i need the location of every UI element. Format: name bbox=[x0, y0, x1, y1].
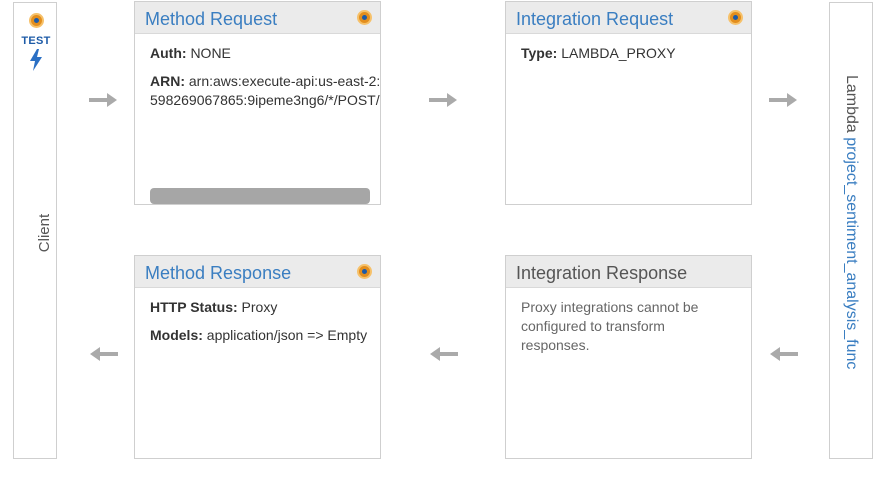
method-request-title[interactable]: Method Request bbox=[145, 9, 277, 29]
arrow-left-icon bbox=[430, 347, 458, 361]
orange-dot-icon bbox=[357, 264, 372, 279]
integration-request-body: Type: LAMBDA_PROXY bbox=[506, 34, 751, 63]
method-response-panel: Method Response HTTP Status: Proxy Model… bbox=[134, 255, 381, 459]
integration-response-title: Integration Response bbox=[516, 263, 688, 283]
arrow-right-icon bbox=[429, 93, 457, 107]
http-status-value: Proxy bbox=[241, 299, 278, 315]
lightning-bolt-icon[interactable] bbox=[29, 49, 43, 71]
test-label[interactable]: TEST bbox=[14, 35, 58, 47]
client-column: TEST Client bbox=[13, 2, 57, 459]
test-button[interactable]: TEST bbox=[14, 13, 58, 71]
integration-request-panel: Integration Request Type: LAMBDA_PROXY bbox=[505, 1, 752, 205]
http-status-row: HTTP Status: Proxy bbox=[150, 298, 365, 317]
method-response-title[interactable]: Method Response bbox=[145, 263, 291, 283]
models-key: Models: bbox=[150, 327, 203, 343]
auth-value: NONE bbox=[190, 45, 231, 61]
type-row: Type: LAMBDA_PROXY bbox=[521, 44, 736, 63]
arrow-left-icon bbox=[770, 347, 798, 361]
integration-request-title[interactable]: Integration Request bbox=[516, 9, 673, 29]
method-response-body: HTTP Status: Proxy Models: application/j… bbox=[135, 288, 380, 345]
arn-value: arn:aws:execute-api:us-east-2:5982690678… bbox=[150, 73, 381, 108]
models-value: application/json => Empty bbox=[206, 327, 368, 343]
arrow-left-icon bbox=[90, 347, 118, 361]
method-request-body: Auth: NONE ARN: arn:aws:execute-api:us-e… bbox=[135, 34, 380, 110]
lambda-column: Lambda project_sentiment_analysis_func bbox=[829, 2, 873, 459]
integration-response-header: Integration Response bbox=[506, 256, 751, 288]
integration-response-panel: Integration Response Proxy integrations … bbox=[505, 255, 752, 459]
orange-dot-icon bbox=[28, 13, 44, 28]
arn-row: ARN: arn:aws:execute-api:us-east-2:59826… bbox=[150, 72, 381, 110]
method-request-header: Method Request bbox=[135, 2, 380, 34]
type-key: Type: bbox=[521, 45, 558, 61]
auth-key: Auth: bbox=[150, 45, 187, 61]
client-label: Client bbox=[36, 213, 53, 253]
arrow-right-icon bbox=[769, 93, 797, 107]
orange-dot-icon bbox=[728, 10, 743, 25]
orange-dot-icon bbox=[357, 10, 372, 25]
arn-key: ARN: bbox=[150, 73, 185, 89]
type-value: LAMBDA_PROXY bbox=[561, 45, 676, 61]
http-status-key: HTTP Status: bbox=[150, 299, 238, 315]
lambda-label-group: Lambda project_sentiment_analysis_func bbox=[842, 75, 860, 369]
auth-row: Auth: NONE bbox=[150, 44, 365, 63]
method-request-panel: Method Request Auth: NONE ARN: arn:aws:e… bbox=[134, 1, 381, 205]
models-row: Models: application/json => Empty bbox=[150, 326, 368, 345]
lambda-function-link[interactable]: project_sentiment_analysis_func bbox=[843, 137, 860, 369]
integration-response-note: Proxy integrations cannot be configured … bbox=[521, 299, 699, 353]
lambda-label: Lambda bbox=[843, 75, 860, 133]
integration-request-header: Integration Request bbox=[506, 2, 751, 34]
horizontal-scrollbar[interactable] bbox=[150, 188, 370, 204]
arrow-right-icon bbox=[89, 93, 117, 107]
method-response-header: Method Response bbox=[135, 256, 380, 288]
